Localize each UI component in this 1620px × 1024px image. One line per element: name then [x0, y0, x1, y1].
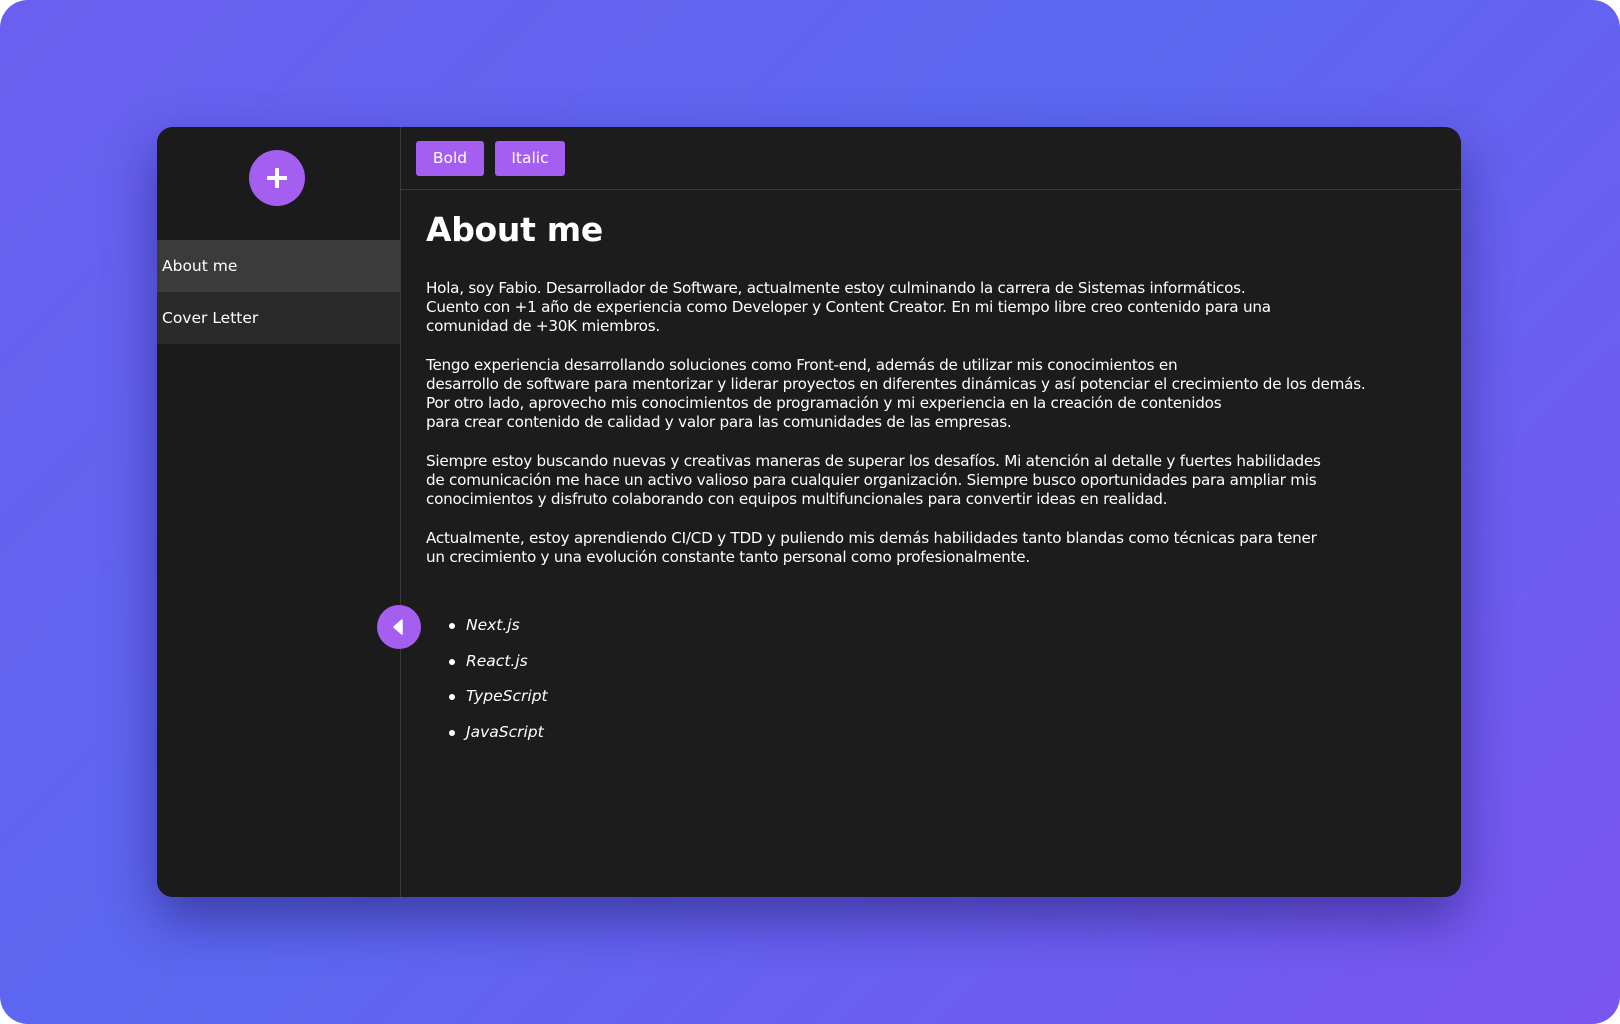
list-item: JavaScript [449, 722, 1461, 758]
document-content[interactable]: About me Hola, soy Fabio. Desarrollador … [401, 190, 1461, 757]
collapse-sidebar-button[interactable] [377, 605, 421, 649]
document-title: About me [426, 210, 603, 249]
document-list: About me Cover Letter [157, 240, 400, 344]
sidebar: About me Cover Letter [157, 127, 401, 897]
bold-button[interactable]: Bold [416, 140, 484, 176]
plus-icon [267, 168, 287, 188]
skills-list: Next.js React.js TypeScript JavaScript [426, 615, 1461, 757]
paragraph-skills: Siempre estoy buscando nuevas y creativa… [426, 452, 1321, 508]
sidebar-item-about-me[interactable]: About me [157, 240, 400, 292]
desktop-background: About me Cover Letter Bold Italic About … [0, 0, 1620, 1024]
sidebar-item-label: About me [162, 257, 238, 275]
formatting-toolbar: Bold Italic [401, 127, 1461, 190]
paragraph-experience: Tengo experiencia desarrollando solucion… [426, 356, 1366, 431]
sidebar-item-cover-letter[interactable]: Cover Letter [157, 292, 400, 344]
editor-pane: Bold Italic About me Hola, soy Fabio. De… [401, 127, 1461, 897]
list-item: TypeScript [449, 686, 1461, 722]
paragraph-intro: Hola, soy Fabio. Desarrollador de Softwa… [426, 279, 1271, 335]
list-item: React.js [449, 651, 1461, 687]
caret-left-icon [393, 619, 403, 635]
add-document-button[interactable] [249, 150, 305, 206]
sidebar-item-label: Cover Letter [162, 309, 259, 327]
editor-window: About me Cover Letter Bold Italic About … [157, 127, 1461, 897]
paragraph-learning: Actualmente, estoy aprendiendo CI/CD y T… [426, 529, 1317, 566]
italic-button[interactable]: Italic [495, 140, 565, 176]
list-item: Next.js [449, 615, 1461, 651]
